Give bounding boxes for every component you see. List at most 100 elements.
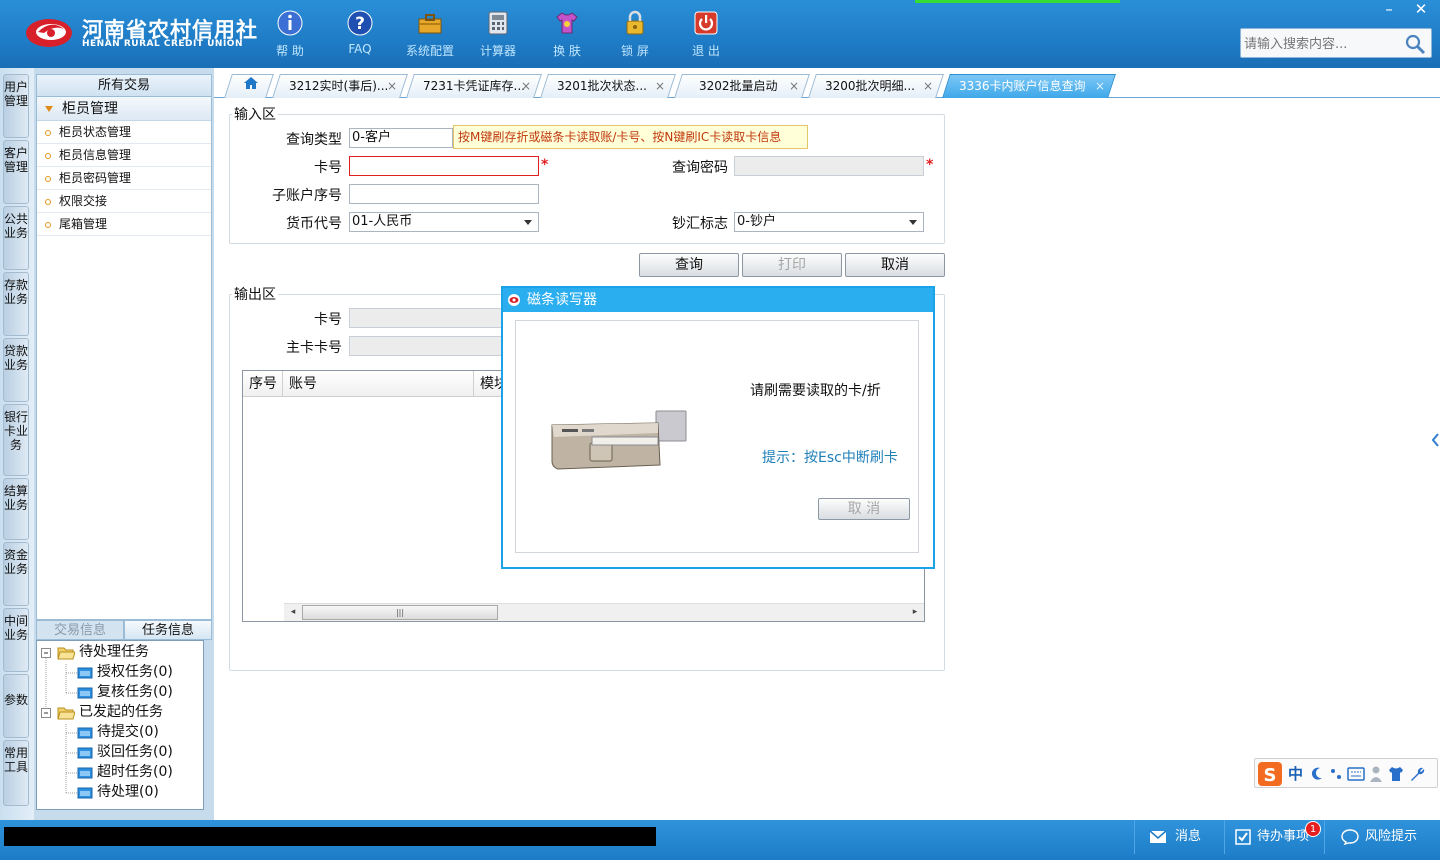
sub-account-input[interactable] xyxy=(349,184,539,204)
vtab-parameters[interactable]: 参数 xyxy=(3,674,29,738)
ime-mode-chinese[interactable]: 中 xyxy=(1288,763,1303,784)
print-button[interactable]: 打印 xyxy=(742,253,842,277)
required-mark: * xyxy=(926,157,934,173)
tree-node-pending-tasks[interactable]: 待处理任务 xyxy=(57,642,149,662)
close-window-button[interactable]: ✕ xyxy=(1406,0,1436,20)
system-config-label: 系统配置 xyxy=(405,44,454,58)
punctuation-icon[interactable] xyxy=(1329,766,1343,782)
keyboard-icon[interactable] xyxy=(1347,767,1365,781)
tab-task-info[interactable]: 任务信息 xyxy=(124,620,212,640)
faq-button[interactable]: ? FAQ xyxy=(330,8,390,62)
nav-group-teller-management[interactable]: 柜员管理 xyxy=(37,97,211,121)
query-password-input[interactable] xyxy=(734,156,924,176)
tree-node-auth-tasks[interactable]: 授权任务(0) xyxy=(77,662,173,682)
vtab-user-management[interactable]: 用户管理 xyxy=(3,74,29,138)
nav-item-teller-password[interactable]: 柜员密码管理 xyxy=(37,167,211,190)
tree-node-initiated-tasks[interactable]: 已发起的任务 xyxy=(57,702,163,722)
question-icon: ? xyxy=(347,10,373,36)
vtab-deposit-business[interactable]: 存款业务 xyxy=(3,272,29,336)
exit-button[interactable]: 退 出 xyxy=(676,8,736,62)
system-config-button[interactable]: 系统配置 xyxy=(400,8,460,62)
svg-text:S: S xyxy=(1264,765,1277,786)
grid-header-seq[interactable]: 序号 xyxy=(243,371,283,397)
nav-item-label: 尾箱管理 xyxy=(59,217,108,231)
tab-7231[interactable]: 7231卡凭证库存... × xyxy=(406,74,542,98)
query-type-label: 查询类型 xyxy=(286,132,342,148)
minimize-window-button[interactable]: – xyxy=(1374,0,1404,20)
cash-flag-select[interactable]: 0-钞户 xyxy=(734,212,924,232)
currency-value: 01-人民币 xyxy=(352,214,413,229)
dropdown-arrow-icon xyxy=(909,220,917,225)
tab-label: 3201批次状态... xyxy=(557,79,647,93)
lock-screen-button[interactable]: 锁 屏 xyxy=(605,8,665,62)
tools-wrench-icon[interactable] xyxy=(1408,765,1426,783)
close-tab-icon[interactable]: × xyxy=(789,75,799,97)
risk-alert-button[interactable]: 风险提示 xyxy=(1324,820,1440,854)
nav-item-teller-info[interactable]: 柜员信息管理 xyxy=(37,144,211,167)
sogou-logo-icon[interactable]: S xyxy=(1257,761,1283,787)
vtab-fund-business[interactable]: 资金业务 xyxy=(3,542,29,606)
vtab-card-business[interactable]: 银行卡业务 xyxy=(3,404,29,476)
close-tab-icon[interactable]: × xyxy=(1095,75,1105,97)
nav-item-permission-handover[interactable]: 权限交接 xyxy=(37,190,211,213)
tree-node-to-process[interactable]: 待处理(0) xyxy=(77,782,159,802)
chat-bubble-icon xyxy=(1341,828,1359,845)
currency-label: 货币代号 xyxy=(286,216,342,232)
nav-header[interactable]: 所有交易 xyxy=(37,75,211,97)
tab-3202[interactable]: 3202批量启动 × xyxy=(674,74,810,98)
tree-node-timeout[interactable]: 超时任务(0) xyxy=(77,762,173,782)
messages-button[interactable]: 消息 xyxy=(1134,820,1224,854)
cancel-button[interactable]: 取消 xyxy=(845,253,945,277)
tree-node-to-submit[interactable]: 待提交(0) xyxy=(77,722,159,742)
vtab-loan-business[interactable]: 贷款业务 xyxy=(3,338,29,402)
tab-3336-active[interactable]: 3336卡内账户信息查询 × xyxy=(942,74,1116,98)
nav-item-cash-box[interactable]: 尾箱管理 xyxy=(37,213,211,236)
close-tab-icon[interactable]: × xyxy=(521,75,531,97)
nav-item-teller-status[interactable]: 柜员状态管理 xyxy=(37,121,211,144)
dialog-message: 请刷需要读取的卡/折 xyxy=(750,383,881,399)
currency-select[interactable]: 01-人民币 xyxy=(349,212,539,232)
query-button[interactable]: 查询 xyxy=(639,253,739,277)
tree-node-label: 超时任务(0) xyxy=(97,764,173,780)
close-tab-icon[interactable]: × xyxy=(387,75,397,97)
user-icon[interactable] xyxy=(1369,765,1383,783)
scroll-thumb[interactable]: ||| xyxy=(302,605,498,620)
search-input[interactable] xyxy=(1244,34,1404,54)
skin-shirt-icon[interactable] xyxy=(1388,765,1404,783)
collapse-right-panel-icon[interactable] xyxy=(1428,420,1440,460)
search-icon[interactable] xyxy=(1403,32,1427,56)
grid-header-account[interactable]: 账号 xyxy=(283,371,474,397)
dialog-hint: 提示：按Esc中断刷卡 xyxy=(762,450,898,466)
close-tab-icon[interactable]: × xyxy=(655,75,665,97)
dialog-cancel-button[interactable]: 取 消 xyxy=(818,498,910,520)
tree-node-review-tasks[interactable]: 复核任务(0) xyxy=(77,682,173,702)
help-button[interactable]: 帮 助 xyxy=(260,8,320,62)
scroll-right-arrow-icon[interactable]: ▸ xyxy=(908,605,922,620)
tree-node-rejected[interactable]: 驳回任务(0) xyxy=(77,742,173,762)
vtab-intermediary-business[interactable]: 中间业务 xyxy=(3,608,29,672)
vtab-customer-management[interactable]: 客户管理 xyxy=(3,140,29,204)
tab-label: 3202批量启动 xyxy=(699,79,778,93)
lock-screen-label: 锁 屏 xyxy=(621,44,649,58)
close-tab-icon[interactable]: × xyxy=(923,75,933,97)
tree-node-label: 待处理(0) xyxy=(97,784,159,800)
card-no-input[interactable] xyxy=(349,156,539,176)
vtab-common-tools[interactable]: 常用工具 xyxy=(3,740,29,806)
scroll-left-arrow-icon[interactable]: ◂ xyxy=(286,605,300,620)
query-type-select[interactable]: 0-客户 xyxy=(349,128,453,148)
vtab-public-business[interactable]: 公共业务 xyxy=(3,206,29,270)
risk-alert-label: 风险提示 xyxy=(1365,829,1418,844)
info-icon xyxy=(277,10,303,36)
tab-home[interactable] xyxy=(224,74,274,98)
tree-node-label: 复核任务(0) xyxy=(97,684,173,700)
tree-node-label: 已发起的任务 xyxy=(79,704,163,720)
grid-horizontal-scrollbar[interactable]: ◂ ||| ▸ xyxy=(284,603,924,621)
tab-3201[interactable]: 3201批次状态... × xyxy=(540,74,676,98)
half-width-moon-icon[interactable] xyxy=(1310,766,1324,782)
tab-transaction-info[interactable]: 交易信息 xyxy=(36,620,124,640)
vtab-settlement-business[interactable]: 结算业务 xyxy=(3,478,29,540)
change-skin-button[interactable]: 换 肤 xyxy=(537,8,597,62)
calculator-button[interactable]: 计算器 xyxy=(468,8,528,62)
tab-3212[interactable]: 3212实时(事后)... × xyxy=(272,74,408,98)
tab-3200[interactable]: 3200批次明细... × xyxy=(808,74,944,98)
